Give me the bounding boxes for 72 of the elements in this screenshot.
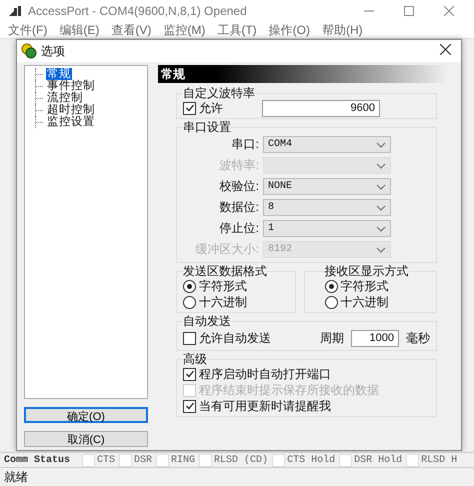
chevron-icon bbox=[376, 226, 386, 232]
status-flag-label: RING bbox=[171, 454, 196, 466]
unit-label: 毫秒 bbox=[406, 330, 430, 346]
radio-button[interactable] bbox=[183, 296, 196, 308]
radio-label: 字符形式 bbox=[340, 278, 388, 294]
tree-item[interactable]: 事件控制 bbox=[46, 80, 96, 92]
status-flag-label: RLSD (CD) bbox=[214, 454, 268, 466]
menu-item[interactable]: 操作(O) bbox=[268, 22, 310, 38]
period-input[interactable]: 1000 bbox=[351, 330, 399, 346]
checkbox[interactable] bbox=[183, 368, 196, 380]
status-text: 就绪 bbox=[4, 468, 28, 486]
field-label: 缓冲区大小: bbox=[194, 241, 260, 258]
menu-item[interactable]: 监控(M) bbox=[163, 22, 206, 38]
field-label: 停止位: bbox=[218, 220, 260, 237]
radio-label: 十六进制 bbox=[340, 294, 388, 310]
status-flag-label: DSR Hold bbox=[354, 454, 402, 466]
field-label: 校验位: bbox=[218, 178, 260, 195]
status-flag-label: DSR bbox=[134, 454, 152, 466]
tree-item[interactable]: 流控制 bbox=[46, 92, 84, 104]
menu-item[interactable]: 查看(V) bbox=[111, 22, 152, 38]
group-title: 自动发送 bbox=[183, 314, 231, 328]
window-title: AccessPort - COM4(9600,N,8,1) Opened bbox=[28, 4, 248, 18]
dropdown[interactable]: COM4 bbox=[263, 136, 391, 153]
checkbox[interactable] bbox=[183, 400, 196, 412]
group-title: 高级 bbox=[183, 352, 207, 366]
field-label: 串口: bbox=[230, 136, 260, 153]
radio-button[interactable] bbox=[324, 280, 338, 292]
dropdown[interactable]: NONE bbox=[263, 178, 391, 195]
checkbox-label: 允许 bbox=[199, 100, 224, 116]
ok-button[interactable]: 确定(O) bbox=[24, 407, 148, 423]
field-label: 数据位: bbox=[218, 199, 260, 216]
menu-item[interactable]: 编辑(E) bbox=[59, 22, 100, 38]
field-label: 波特率: bbox=[218, 157, 260, 174]
radio-label: 字符形式 bbox=[199, 278, 247, 294]
status-flag-label: CTS bbox=[97, 454, 116, 466]
group-title: 接收区显示方式 bbox=[324, 264, 408, 278]
chevron-icon bbox=[376, 246, 386, 252]
app-icon bbox=[8, 5, 22, 17]
chevron-icon bbox=[376, 184, 386, 190]
tree-item[interactable]: 常规 bbox=[46, 68, 72, 80]
status-flag-label: CTS Hold bbox=[287, 454, 336, 466]
checkbox-label: 允许自动发送 bbox=[199, 330, 272, 346]
checkbox[interactable] bbox=[183, 332, 196, 344]
checkbox[interactable] bbox=[183, 102, 196, 114]
dialog-title: 选项 bbox=[41, 42, 66, 60]
menu-item[interactable]: 文件(F) bbox=[8, 22, 48, 38]
checkbox-label: 程序结束时提示保存所接收的数据 bbox=[199, 382, 379, 398]
cancel-button[interactable]: 取消(C) bbox=[24, 431, 148, 447]
tree-item[interactable]: 监控设置 bbox=[46, 116, 96, 128]
baud-input[interactable]: 9600 bbox=[262, 100, 380, 116]
radio-label: 十六进制 bbox=[199, 294, 247, 310]
maximize-button[interactable] bbox=[404, 6, 414, 16]
group-title: 自定义波特率 bbox=[183, 86, 255, 100]
chevron-icon bbox=[376, 162, 386, 168]
chevron-icon bbox=[376, 142, 386, 148]
tree-item[interactable]: 超时控制 bbox=[46, 104, 96, 116]
section-header: 常规 bbox=[158, 65, 449, 83]
checkbox-label: 程序启动时自动打开端口 bbox=[199, 366, 331, 382]
dropdown[interactable]: 1 bbox=[263, 220, 391, 237]
dropdown[interactable]: 8 bbox=[263, 199, 391, 216]
group-title: 串口设置 bbox=[183, 120, 231, 134]
menu-item[interactable]: 帮助(H) bbox=[322, 22, 363, 38]
status-flag-label: RLSD H bbox=[421, 454, 458, 466]
checkbox-label: 当有可用更新时请提醒我 bbox=[199, 398, 331, 414]
chevron-icon bbox=[376, 204, 386, 210]
menu-item[interactable]: 工具(T) bbox=[217, 22, 257, 38]
field-label: 周期 bbox=[320, 330, 344, 346]
radio-button[interactable] bbox=[324, 296, 338, 308]
group-title: 发送区数据格式 bbox=[183, 264, 267, 278]
radio-button[interactable] bbox=[183, 280, 196, 292]
coins-icon bbox=[21, 43, 37, 59]
comm-status-label: Comm Status bbox=[3, 454, 72, 466]
